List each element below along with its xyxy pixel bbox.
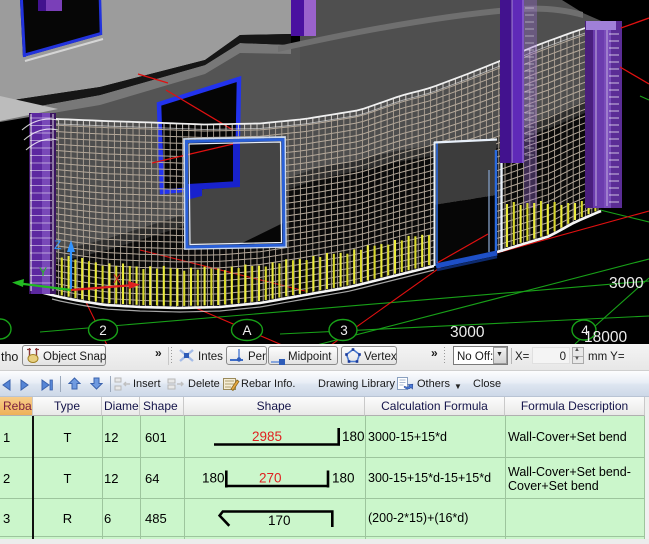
svg-text:3000: 3000 — [609, 275, 644, 292]
svg-text:2985: 2985 — [252, 429, 282, 444]
svg-text:3: 3 — [340, 323, 348, 338]
svg-text:3000: 3000 — [450, 324, 485, 341]
svg-text:Y: Y — [39, 265, 47, 279]
svg-text:A: A — [242, 323, 251, 338]
svg-text:Z: Z — [54, 238, 61, 252]
svg-text:180: 180 — [332, 471, 355, 486]
svg-text:170: 170 — [268, 513, 291, 528]
svg-text:180: 180 — [342, 429, 365, 444]
svg-text:2: 2 — [99, 323, 107, 338]
svg-text:180: 180 — [202, 471, 225, 486]
svg-text:18000: 18000 — [584, 329, 627, 344]
svg-text:X: X — [113, 272, 121, 286]
svg-text:270: 270 — [259, 471, 282, 486]
